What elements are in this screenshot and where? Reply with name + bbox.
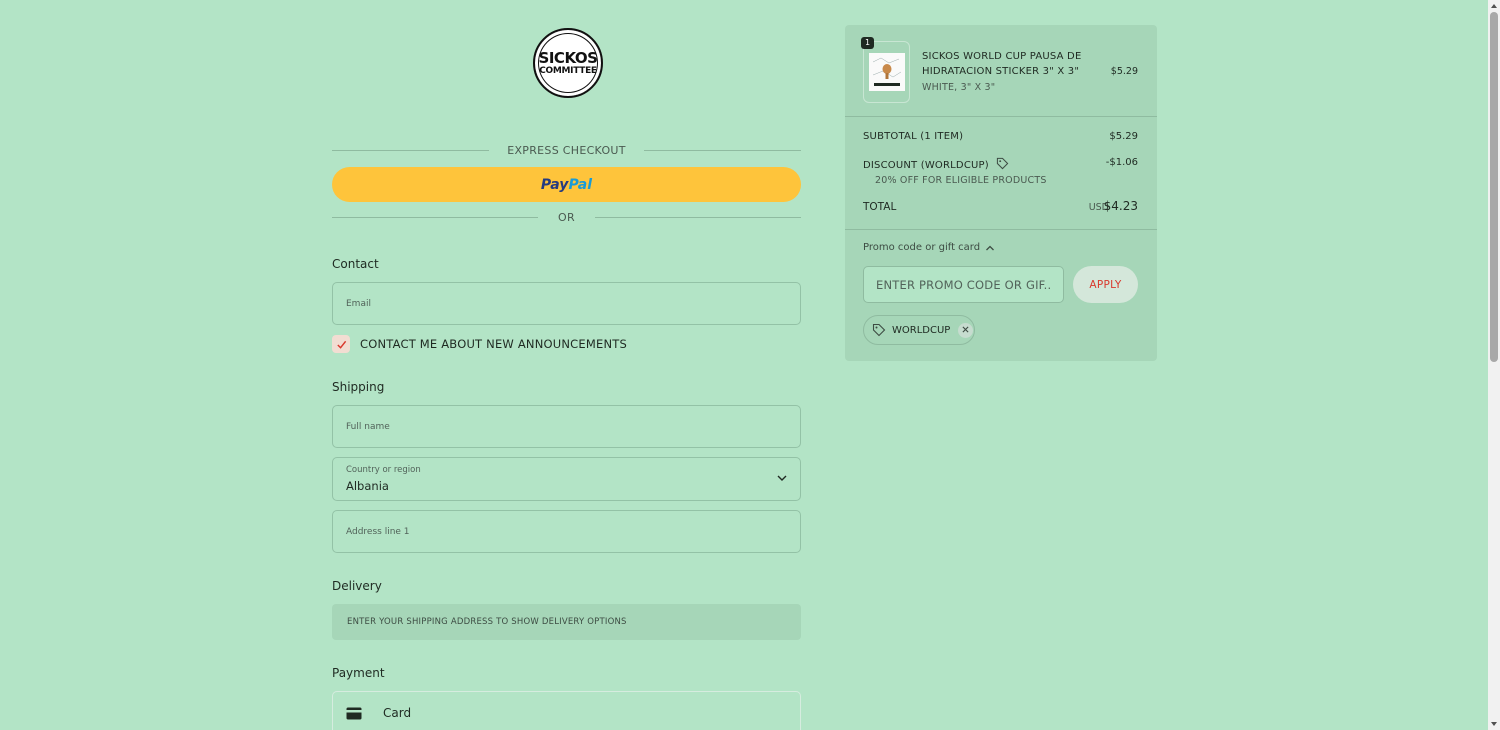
address-line1-field[interactable] <box>333 511 800 552</box>
checkout-page: SICKOS COMMITTEE EXPRESS CHECKOUT Pay Pal… <box>0 0 1500 730</box>
scroll-down-arrow-icon[interactable] <box>1491 721 1497 727</box>
chevron-up-icon <box>986 245 995 250</box>
country-select-label: Country or region <box>346 465 421 475</box>
promo-code-input[interactable] <box>864 267 1063 302</box>
fullname-field[interactable] <box>333 406 800 447</box>
email-field-wrapper <box>332 282 801 325</box>
remove-promo-button[interactable] <box>958 322 974 338</box>
card-label: Card <box>383 706 412 720</box>
summary-divider <box>845 229 1157 230</box>
applied-promo-code: WORLDCUP <box>892 324 951 336</box>
logo-badge: SICKOS COMMITTEE <box>533 28 603 98</box>
product-variant: WHITE, 3" X 3" <box>922 82 996 93</box>
promo-toggle-label: Promo code or gift card <box>863 242 981 253</box>
address-field-wrapper <box>332 510 801 553</box>
paypal-button[interactable]: Pay Pal <box>332 167 801 202</box>
discount-row: DISCOUNT (WORLDCUP) <box>863 157 1009 171</box>
payment-method-card[interactable]: Card <box>332 691 801 730</box>
total-value: $4.23 <box>1103 199 1138 213</box>
scrollbar-thumb[interactable] <box>1490 12 1498 362</box>
chevron-down-icon <box>777 475 787 481</box>
subtotal-value: $5.29 <box>1109 131 1138 142</box>
promo-code-toggle[interactable]: Promo code or gift card <box>863 242 995 253</box>
fullname-field-wrapper <box>332 405 801 448</box>
divider-line-right <box>594 216 801 218</box>
apply-promo-button[interactable]: APPLY <box>1073 266 1138 303</box>
product-name: SICKOS WORLD CUP PAUSA DE HIDRATACION ST… <box>922 51 1082 77</box>
logo-line2: COMMITTEE <box>539 65 597 76</box>
express-checkout-divider: EXPRESS CHECKOUT <box>332 142 802 158</box>
store-logo[interactable]: SICKOS COMMITTEE <box>533 28 603 98</box>
promo-input-wrapper <box>863 266 1064 303</box>
divider-line-right <box>643 149 802 151</box>
product-thumbnail: 1 <box>861 37 910 103</box>
discount-label: DISCOUNT (WORLDCUP) <box>863 160 989 171</box>
express-checkout-label: EXPRESS CHECKOUT <box>507 143 626 157</box>
shipping-title: Shipping <box>332 380 385 394</box>
subtotal-label: SUBTOTAL (1 ITEM) <box>863 131 964 142</box>
sticker-image <box>869 53 905 91</box>
or-label: OR <box>558 210 575 224</box>
divider-line-left <box>332 216 539 218</box>
product-price: $5.29 <box>1110 66 1138 77</box>
country-select[interactable]: Country or region Albania <box>332 457 801 501</box>
applied-promo-chip: WORLDCUP <box>863 315 975 345</box>
paypal-logo-pay: Pay <box>540 176 569 193</box>
close-icon <box>962 325 969 333</box>
tag-icon <box>872 323 886 337</box>
divider-line-left <box>332 149 490 151</box>
order-summary-panel: 1 SICKOS WORLD CUP PAUSA DE HIDRATACION … <box>845 25 1157 361</box>
paypal-logo-pal: Pal <box>568 176 593 193</box>
discount-value: -$1.06 <box>1105 157 1138 168</box>
product-image <box>869 53 905 91</box>
quantity-badge: 1 <box>861 37 874 49</box>
delivery-title: Delivery <box>332 579 382 593</box>
summary-divider <box>845 116 1157 117</box>
logo-line1: SICKOS <box>538 48 598 67</box>
page-scrollbar[interactable] <box>1488 0 1500 730</box>
email-field[interactable] <box>333 283 800 324</box>
tag-icon <box>997 157 1009 170</box>
credit-card-icon <box>346 707 362 720</box>
scroll-up-arrow-icon[interactable] <box>1491 3 1497 9</box>
newsletter-option[interactable]: CONTACT ME ABOUT NEW ANNOUNCEMENTS <box>332 335 627 353</box>
contact-title: Contact <box>332 257 379 271</box>
discount-note: 20% OFF FOR ELIGIBLE PRODUCTS <box>875 175 1047 186</box>
checkmark-icon <box>336 340 346 349</box>
newsletter-checkbox[interactable] <box>332 335 350 353</box>
delivery-options-message: ENTER YOUR SHIPPING ADDRESS TO SHOW DELI… <box>332 604 801 640</box>
newsletter-label: CONTACT ME ABOUT NEW ANNOUNCEMENTS <box>360 337 627 351</box>
total-label: TOTAL <box>863 201 897 213</box>
or-divider: OR <box>332 209 801 225</box>
country-select-value: Albania <box>346 479 389 493</box>
payment-title: Payment <box>332 666 385 680</box>
